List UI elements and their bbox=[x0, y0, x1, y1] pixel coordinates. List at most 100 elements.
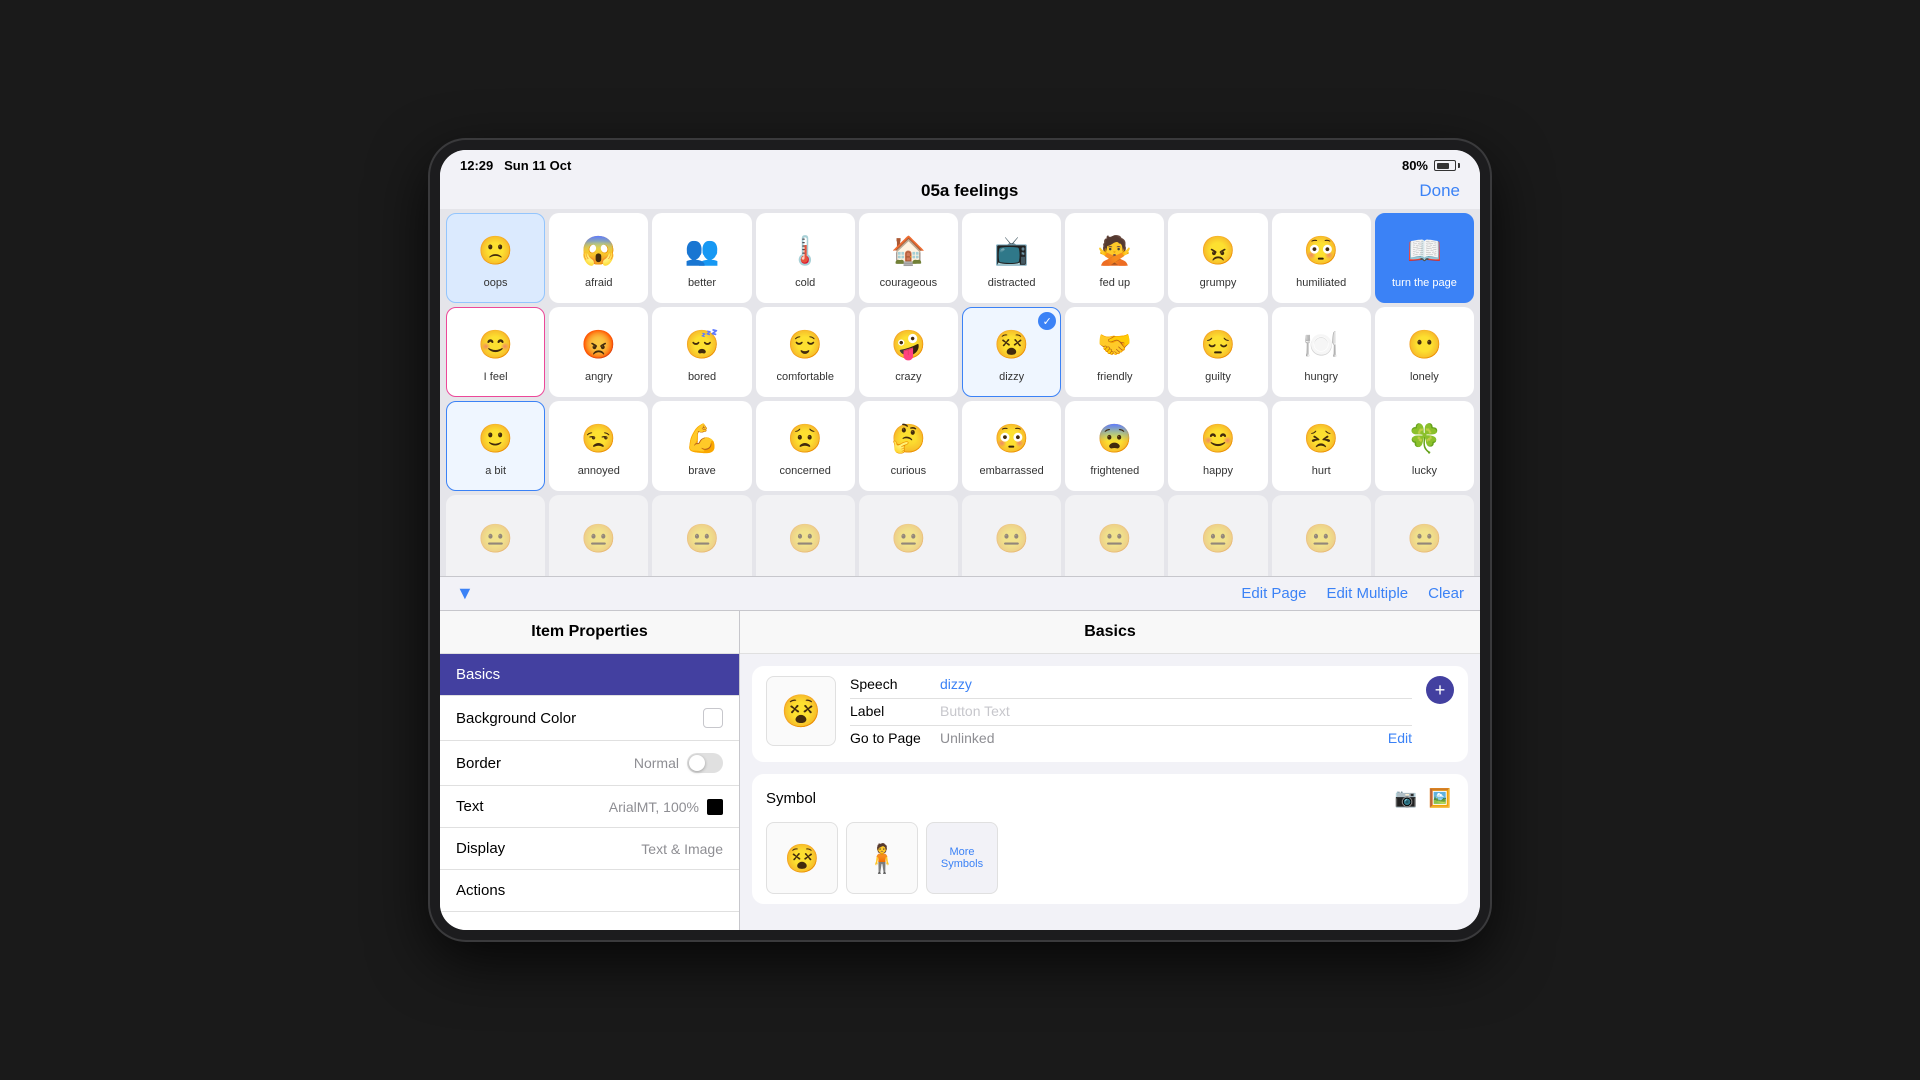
cell-brave[interactable]: 💪 brave bbox=[652, 401, 751, 491]
symbol-title: Symbol bbox=[766, 790, 816, 807]
cell-label-afraid: afraid bbox=[585, 277, 613, 289]
cell-comfortable[interactable]: 😌 comfortable bbox=[756, 307, 855, 397]
cell-r4-4[interactable]: 😐 bbox=[756, 495, 855, 576]
grid-scroll: 🙁 oops 😱 afraid 👥 better 🌡️ cold bbox=[446, 213, 1474, 576]
cell-lucky[interactable]: 🍀 lucky bbox=[1375, 401, 1474, 491]
humiliated-icon: 😳 bbox=[1296, 227, 1346, 273]
cell-hurt[interactable]: 😣 hurt bbox=[1272, 401, 1371, 491]
concerned-icon: 😟 bbox=[780, 415, 830, 461]
speech-field-value[interactable]: dizzy bbox=[940, 676, 1412, 692]
cell-lonely[interactable]: 😶 lonely bbox=[1375, 307, 1474, 397]
cell-frightened[interactable]: 😨 frightened bbox=[1065, 401, 1164, 491]
friendly-icon: 🤝 bbox=[1090, 321, 1140, 367]
cell-cold[interactable]: 🌡️ cold bbox=[756, 213, 855, 303]
label-field-row: Label Button Text bbox=[850, 703, 1412, 726]
go-to-page-edit-button[interactable]: Edit bbox=[1388, 730, 1412, 746]
lucky-icon: 🍀 bbox=[1399, 415, 1449, 461]
cell-friendly[interactable]: 🤝 friendly bbox=[1065, 307, 1164, 397]
cell-crazy[interactable]: 🤪 crazy bbox=[859, 307, 958, 397]
cell-grumpy[interactable]: 😠 grumpy bbox=[1168, 213, 1267, 303]
prop-actions-label: Actions bbox=[456, 882, 505, 899]
cell-r4-8[interactable]: 😐 bbox=[1168, 495, 1267, 576]
scroll-down-button[interactable]: ▼ bbox=[456, 583, 474, 604]
property-list: Basics Background Color Border Normal bbox=[440, 654, 739, 930]
happy-icon: 😊 bbox=[1193, 415, 1243, 461]
cell-embarrassed[interactable]: 😳 embarrassed bbox=[962, 401, 1061, 491]
prop-text[interactable]: Text ArialMT, 100% bbox=[440, 786, 739, 828]
status-right: 80% bbox=[1402, 158, 1460, 173]
cell-r4-10[interactable]: 😐 bbox=[1375, 495, 1474, 576]
cell-r4-5[interactable]: 😐 bbox=[859, 495, 958, 576]
speech-field-label: Speech bbox=[850, 676, 940, 692]
prop-actions[interactable]: Actions bbox=[440, 870, 739, 912]
symbol-thumb-1[interactable]: 😵 bbox=[766, 822, 838, 894]
prop-border[interactable]: Border Normal bbox=[440, 741, 739, 786]
cell-r4-3[interactable]: 😐 bbox=[652, 495, 751, 576]
edit-multiple-button[interactable]: Edit Multiple bbox=[1326, 585, 1408, 602]
camera-icon[interactable]: 📷 bbox=[1392, 784, 1420, 812]
cell-label-courageous: courageous bbox=[880, 277, 938, 289]
cell-oops[interactable]: 🙁 oops bbox=[446, 213, 545, 303]
prop-display[interactable]: Display Text & Image bbox=[440, 828, 739, 870]
prop-background-color[interactable]: Background Color bbox=[440, 696, 739, 741]
border-toggle[interactable] bbox=[687, 753, 723, 773]
image-icon[interactable]: 🖼️ bbox=[1426, 784, 1454, 812]
cell-distracted[interactable]: 📺 distracted bbox=[962, 213, 1061, 303]
speech-fields: Speech dizzy Label Button Text Go to Pag… bbox=[850, 676, 1412, 752]
cell-courageous[interactable]: 🏠 courageous bbox=[859, 213, 958, 303]
courageous-icon: 🏠 bbox=[883, 227, 933, 273]
more-symbols-label: More Symbols bbox=[931, 846, 993, 870]
cell-annoyed[interactable]: 😒 annoyed bbox=[549, 401, 648, 491]
cell-label-concerned: concerned bbox=[780, 465, 831, 477]
symbol-thumb-2[interactable]: 🧍 bbox=[846, 822, 918, 894]
label-field-value[interactable]: Button Text bbox=[940, 703, 1412, 719]
cell-curious[interactable]: 🤔 curious bbox=[859, 401, 958, 491]
edit-page-button[interactable]: Edit Page bbox=[1241, 585, 1306, 602]
r4-6-icon: 😐 bbox=[987, 515, 1037, 561]
done-button[interactable]: Done bbox=[1419, 181, 1460, 201]
speech-plus-button[interactable]: + bbox=[1426, 676, 1454, 704]
cell-humiliated[interactable]: 😳 humiliated bbox=[1272, 213, 1371, 303]
bg-color-checkbox bbox=[703, 708, 723, 728]
cell-angry[interactable]: 😡 angry bbox=[549, 307, 648, 397]
r4-5-icon: 😐 bbox=[883, 515, 933, 561]
cell-bored[interactable]: 😴 bored bbox=[652, 307, 751, 397]
go-to-page-label: Go to Page bbox=[850, 730, 940, 746]
cell-afraid[interactable]: 😱 afraid bbox=[549, 213, 648, 303]
cell-guilty[interactable]: 😔 guilty bbox=[1168, 307, 1267, 397]
cell-hungry[interactable]: 🍽️ hungry bbox=[1272, 307, 1371, 397]
cell-label-embarrassed: embarrassed bbox=[980, 465, 1044, 477]
go-to-page-value: Unlinked bbox=[940, 730, 1388, 746]
afraid-icon: 😱 bbox=[574, 227, 624, 273]
prop-basics[interactable]: Basics bbox=[440, 654, 739, 696]
battery-percent: 80% bbox=[1402, 158, 1428, 173]
nav-bar: 05a feelings Done bbox=[440, 177, 1480, 209]
cell-fed-up[interactable]: 🙅 fed up bbox=[1065, 213, 1164, 303]
display-value-text: Text & Image bbox=[641, 841, 723, 857]
cell-concerned[interactable]: 😟 concerned bbox=[756, 401, 855, 491]
cell-label-turn-page: turn the page bbox=[1392, 277, 1457, 289]
oops-icon: 🙁 bbox=[471, 227, 521, 273]
cell-label-grumpy: grumpy bbox=[1200, 277, 1237, 289]
item-properties-title: Item Properties bbox=[440, 611, 739, 654]
cell-happy[interactable]: 😊 happy bbox=[1168, 401, 1267, 491]
cell-turn-page[interactable]: 📖 turn the page bbox=[1375, 213, 1474, 303]
cell-label-fed-up: fed up bbox=[1100, 277, 1131, 289]
grumpy-icon: 😠 bbox=[1193, 227, 1243, 273]
battery-indicator bbox=[1434, 160, 1460, 171]
cold-icon: 🌡️ bbox=[780, 227, 830, 273]
cell-r4-1[interactable]: 😐 bbox=[446, 495, 545, 576]
clear-button[interactable]: Clear bbox=[1428, 585, 1464, 602]
cell-dizzy[interactable]: ✓ 😵 dizzy bbox=[962, 307, 1061, 397]
cell-r4-6[interactable]: 😐 bbox=[962, 495, 1061, 576]
cell-i-feel[interactable]: 😊 I feel bbox=[446, 307, 545, 397]
cell-r4-9[interactable]: 😐 bbox=[1272, 495, 1371, 576]
cell-label-bored: bored bbox=[688, 371, 716, 383]
cell-r4-7[interactable]: 😐 bbox=[1065, 495, 1164, 576]
cell-r4-2[interactable]: 😐 bbox=[549, 495, 648, 576]
lonely-icon: 😶 bbox=[1399, 321, 1449, 367]
r4-9-icon: 😐 bbox=[1296, 515, 1346, 561]
cell-a-bit[interactable]: 🙂 a bit bbox=[446, 401, 545, 491]
more-symbols-button[interactable]: More Symbols bbox=[926, 822, 998, 894]
cell-better[interactable]: 👥 better bbox=[652, 213, 751, 303]
